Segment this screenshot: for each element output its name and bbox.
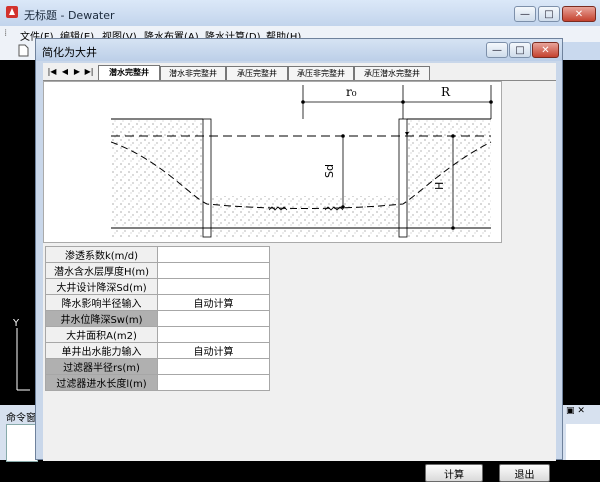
dialog-close-button[interactable]: ✕ <box>532 42 559 58</box>
dialog-maximize-button[interactable]: □ <box>509 42 531 58</box>
maximize-button[interactable]: □ <box>538 6 560 22</box>
param-value-input[interactable]: 自动计算 <box>157 342 270 359</box>
param-label: 潜水含水层厚度H(m) <box>45 262 158 279</box>
command-label: 命令窗 <box>6 413 36 424</box>
param-value-input[interactable] <box>157 262 270 279</box>
command-panel-controls[interactable]: ▣ ✕ <box>566 406 585 416</box>
dim-dot <box>341 205 345 209</box>
param-label: 单井出水能力输入 <box>45 342 158 359</box>
param-label: 降水影响半径输入 <box>45 294 158 311</box>
param-label: 渗透系数k(m/d) <box>45 246 158 263</box>
sd-label: Sd <box>323 164 336 178</box>
tab-phreatic-complete-well[interactable]: 潜水完整井 <box>98 65 160 80</box>
r0-label: r₀ <box>346 85 357 99</box>
app-titlebar: 无标题 - Dewater — □ ✕ <box>0 0 600 26</box>
param-label: 大井面积A(m2) <box>45 326 158 343</box>
param-value-input[interactable] <box>157 374 270 391</box>
dim-dot <box>451 226 455 230</box>
excavation-pit <box>211 119 399 196</box>
param-row: 潜水含水层厚度H(m) <box>45 262 270 279</box>
menu-grip: ⁞ <box>4 28 8 39</box>
param-label: 过滤器半径rs(m) <box>45 358 158 375</box>
dewater-app-icon <box>6 6 18 18</box>
toolbar <box>0 42 36 60</box>
param-value-input[interactable] <box>157 326 270 343</box>
well-section-diagram: r₀ R Sd H <box>111 85 493 238</box>
simplify-big-well-dialog: 简化为大井 — □ ✕ |◀ ◀ ▶ ▶| 潜水完整井 潜水非完整井 承压完整井… <box>35 38 563 482</box>
param-row: 大井设计降深Sd(m) <box>45 278 270 295</box>
dialog-title: 简化为大井 <box>42 46 97 59</box>
dim-dot <box>341 134 345 138</box>
tab-prev-button[interactable]: ◀ <box>60 67 70 76</box>
param-value-input[interactable] <box>157 278 270 295</box>
param-value-input[interactable] <box>157 246 270 263</box>
close-button[interactable]: ✕ <box>562 6 596 22</box>
param-label: 井水位降深Sw(m) <box>45 310 158 327</box>
tab-confined-complete-well[interactable]: 承压完整井 <box>226 66 288 80</box>
dim-dot <box>301 100 305 104</box>
new-document-icon[interactable] <box>18 44 29 57</box>
tab-next-button[interactable]: ▶ <box>72 67 82 76</box>
dialog-body: |◀ ◀ ▶ ▶| 潜水完整井 潜水非完整井 承压完整井 承压非完整井 承压潜水… <box>43 63 556 482</box>
parameter-table: 渗透系数k(m/d) 潜水含水层厚度H(m) 大井设计降深Sd(m) 降水影响半径输入… <box>45 246 270 391</box>
param-row: 过滤器半径rs(m) <box>45 358 270 375</box>
R-label: R <box>441 85 451 99</box>
tab-confined-phreatic-complete-well[interactable]: 承压潜水完整井 <box>354 66 430 80</box>
param-label: 过滤器进水长度l(m) <box>45 374 158 391</box>
command-input[interactable] <box>6 424 38 462</box>
dim-dot <box>401 100 405 104</box>
dialog-titlebar: 简化为大井 — □ ✕ <box>36 39 562 61</box>
minimize-button[interactable]: — <box>514 6 536 22</box>
param-value-input[interactable] <box>157 358 270 375</box>
tab-last-button[interactable]: ▶| <box>84 67 94 76</box>
param-row: 单井出水能力输入 自动计算 <box>45 342 270 359</box>
tab-phreatic-incomplete-well[interactable]: 潜水非完整井 <box>160 66 226 80</box>
param-label: 大井设计降深Sd(m) <box>45 278 158 295</box>
param-row: 井水位降深Sw(m) <box>45 310 270 327</box>
right-well <box>398 118 408 238</box>
command-output-strip <box>566 424 600 460</box>
param-value-input[interactable] <box>157 310 270 327</box>
well-diagram-panel: r₀ R Sd H <box>43 81 502 243</box>
ucs-axis-icon: Y <box>12 318 30 391</box>
dialog-minimize-button[interactable]: — <box>486 42 508 58</box>
param-row: 大井面积A(m2) <box>45 326 270 343</box>
dim-dot <box>489 100 493 104</box>
dim-dot <box>451 134 455 138</box>
tab-confined-incomplete-well[interactable]: 承压非完整井 <box>288 66 354 80</box>
left-well <box>202 118 212 238</box>
param-value-input[interactable]: 自动计算 <box>157 294 270 311</box>
h-label: H <box>433 182 446 190</box>
y-axis-label: Y <box>12 318 20 329</box>
param-row: 降水影响半径输入 自动计算 <box>45 294 270 311</box>
tab-first-button[interactable]: |◀ <box>47 67 57 76</box>
calculate-button[interactable]: 计算 <box>425 464 483 482</box>
exit-button[interactable]: 退出 <box>499 464 550 482</box>
param-row: 渗透系数k(m/d) <box>45 246 270 263</box>
param-row: 过滤器进水长度l(m) <box>45 374 270 391</box>
app-title: 无标题 - Dewater <box>24 9 115 22</box>
